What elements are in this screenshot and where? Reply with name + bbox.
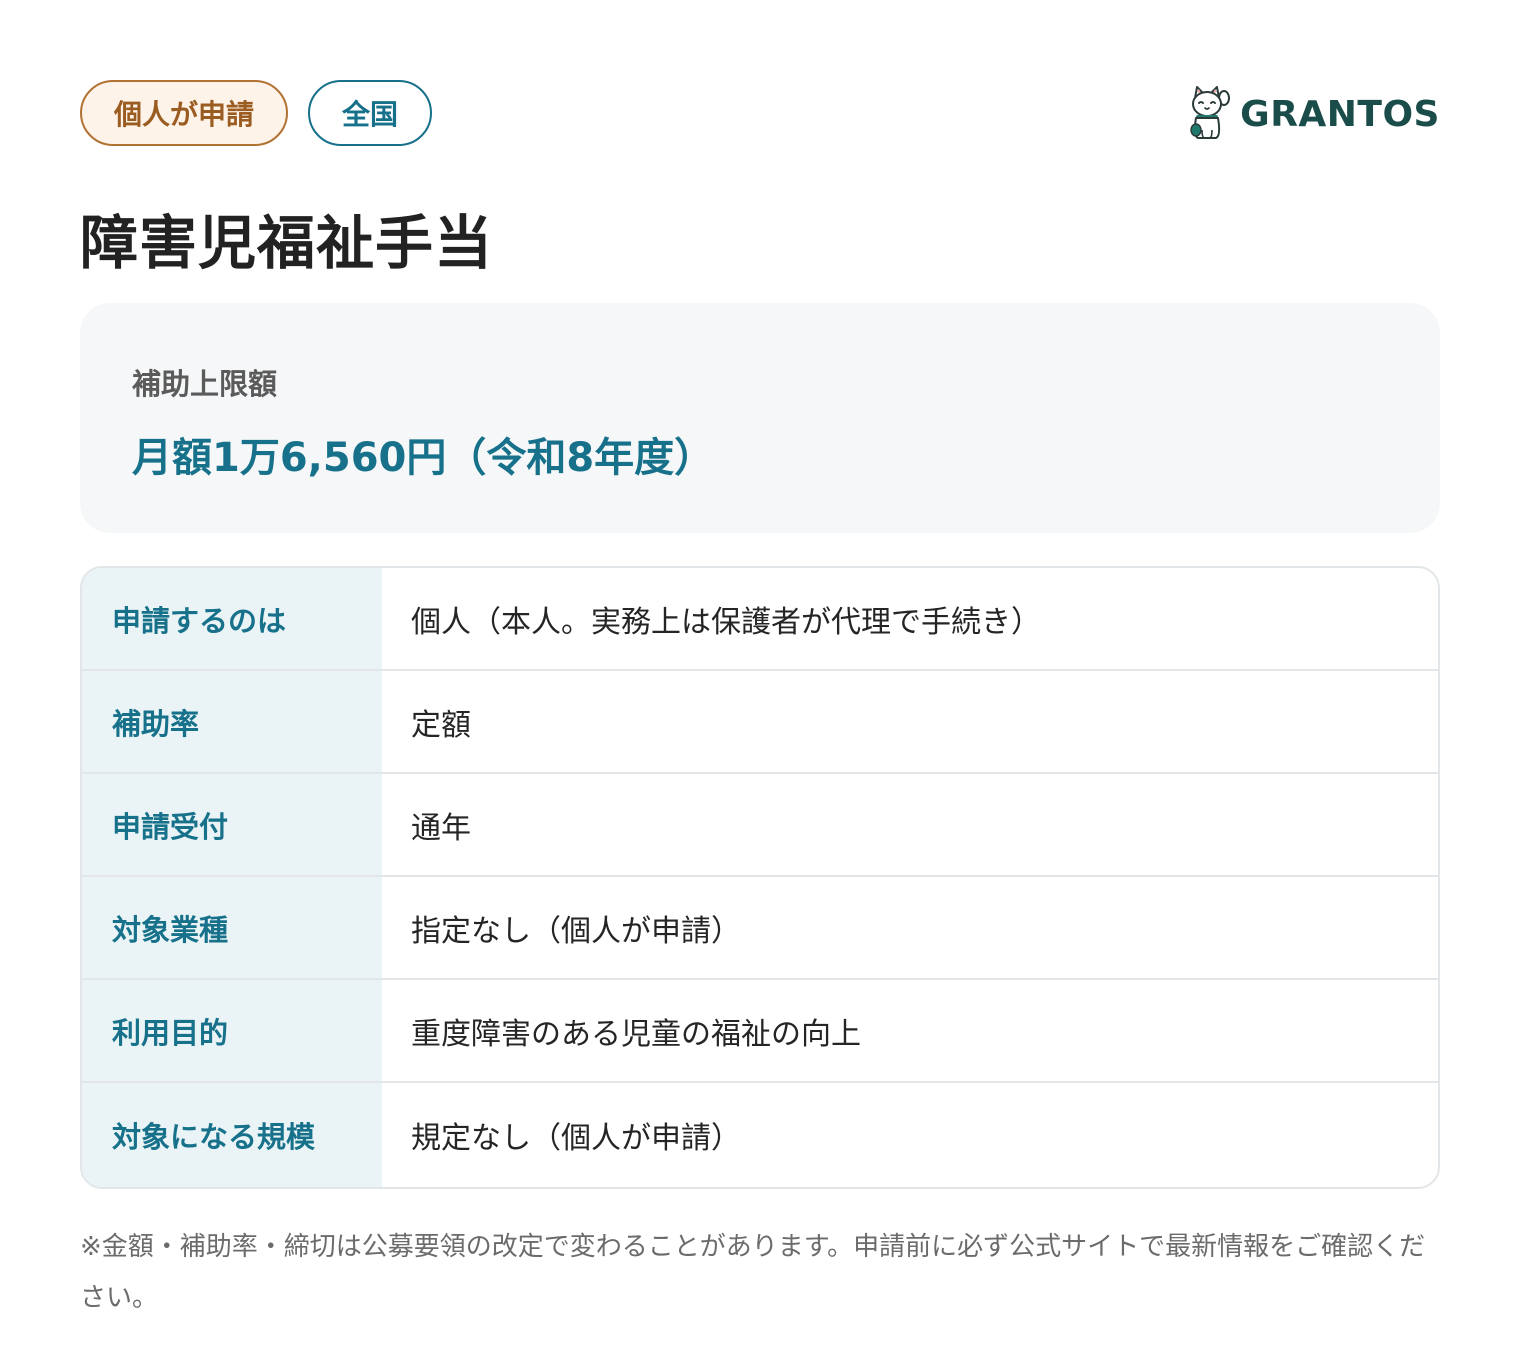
table-row: 対象業種 指定なし（個人が申請）	[82, 877, 1438, 980]
row-value: 規定なし（個人が申請）	[411, 1121, 741, 1156]
row-label: 申請受付	[82, 774, 382, 875]
table-row: 申請するのは 個人（本人。実務上は保護者が代理で手続き）	[82, 568, 1438, 671]
row-value: 定額	[411, 707, 471, 743]
max-amount-card: 補助上限額 月額1万6,560円（令和8年度）	[80, 303, 1440, 533]
disclaimer-note: ※金額・補助率・締切は公募要領の改定で変わることがあります。申請前に必ず公式サイ…	[80, 1232, 1426, 1313]
page-header: 個人が申請 全国 GRANTOS	[80, 80, 1440, 150]
row-value: 個人（本人。実務上は保護者が代理で手続き）	[411, 604, 1041, 640]
grant-info-table: 申請するのは 個人（本人。実務上は保護者が代理で手続き） 補助率 定額 申請受付…	[80, 566, 1440, 1189]
lucky-cat-icon	[1188, 84, 1232, 144]
page-title: 障害児福祉手当	[80, 209, 494, 277]
grantos-logo[interactable]: GRANTOS	[1188, 84, 1440, 144]
row-label: 申請するのは	[82, 568, 382, 669]
table-row: 補助率 定額	[82, 671, 1438, 774]
applicant-type-tag[interactable]: 個人が申請	[80, 80, 289, 146]
row-value: 通年	[411, 810, 471, 846]
row-label: 対象業種	[82, 877, 382, 978]
row-value: 重度障害のある児童の福祉の向上	[411, 1016, 861, 1052]
table-row: 利用目的 重度障害のある児童の福祉の向上	[82, 980, 1438, 1083]
max-amount-value: 月額1万6,560円（令和8年度）	[132, 435, 715, 481]
table-row: 申請受付 通年	[82, 774, 1438, 877]
max-amount-label: 補助上限額	[132, 367, 278, 401]
row-value: 指定なし（個人が申請）	[411, 913, 741, 949]
logo-text: GRANTOS	[1240, 93, 1440, 135]
region-tag[interactable]: 全国	[308, 80, 433, 146]
row-label: 補助率	[82, 671, 382, 772]
row-label: 利用目的	[82, 980, 382, 1081]
row-label: 対象になる規模	[82, 1083, 382, 1187]
table-row: 対象になる規模 規定なし（個人が申請）	[82, 1083, 1438, 1187]
